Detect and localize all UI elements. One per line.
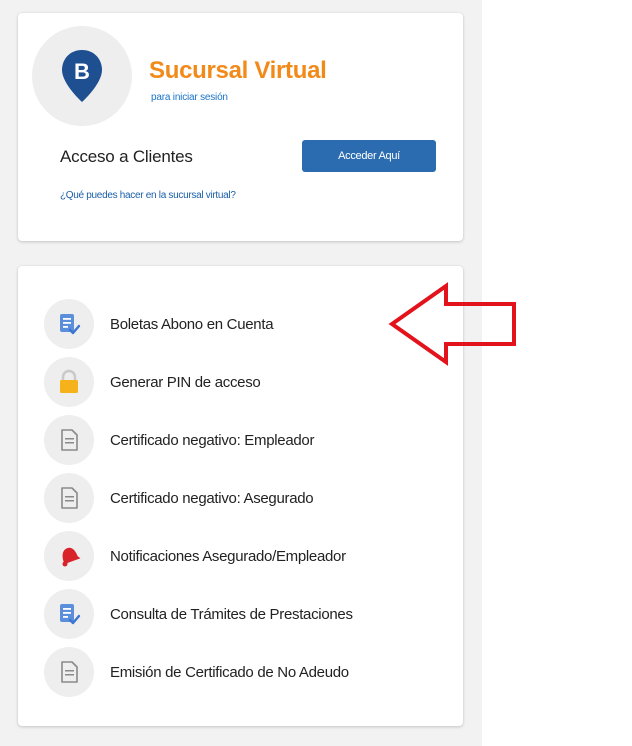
service-item-cert-empleador[interactable]: Certificado negativo: Empleador bbox=[44, 415, 444, 465]
bell-icon bbox=[62, 547, 81, 567]
icon-container bbox=[44, 647, 94, 697]
access-button[interactable]: Acceder Aquí bbox=[302, 140, 436, 172]
service-label: Generar PIN de acceso bbox=[110, 373, 261, 391]
help-link[interactable]: ¿Qué puedes hacer en la sucursal virtual… bbox=[60, 190, 236, 201]
service-item-pin[interactable]: Generar PIN de acceso bbox=[44, 357, 444, 407]
service-label: Certificado negativo: Asegurado bbox=[110, 489, 314, 507]
service-label: Certificado negativo: Empleador bbox=[110, 431, 315, 449]
service-label: Notificaciones Asegurado/Empleador bbox=[110, 547, 346, 565]
login-card: B Sucursal Virtual para iniciar sesión A… bbox=[18, 13, 463, 241]
brand-title: Sucursal Virtual bbox=[149, 57, 327, 84]
service-item-notificaciones[interactable]: Notificaciones Asegurado/Empleador bbox=[44, 531, 444, 581]
icon-container bbox=[44, 531, 94, 581]
document-icon bbox=[61, 429, 78, 451]
logo-letter: B bbox=[74, 59, 90, 84]
service-item-cert-asegurado[interactable]: Certificado negativo: Asegurado bbox=[44, 473, 444, 523]
map-pin-icon: B bbox=[62, 50, 102, 102]
service-item-no-adeudo[interactable]: Emisión de Certificado de No Adeudo bbox=[44, 647, 444, 697]
document-icon bbox=[61, 661, 78, 683]
right-panel bbox=[482, 0, 632, 746]
icon-container bbox=[44, 415, 94, 465]
brand-subtitle: para iniciar sesión bbox=[151, 92, 228, 103]
document-icon bbox=[61, 487, 78, 509]
access-label: Acceso a Clientes bbox=[60, 147, 193, 166]
service-item-tramites[interactable]: Consulta de Trámites de Prestaciones bbox=[44, 589, 444, 639]
icon-container bbox=[44, 299, 94, 349]
service-label: Boletas Abono en Cuenta bbox=[110, 315, 274, 333]
icon-container bbox=[44, 357, 94, 407]
document-check-icon bbox=[60, 604, 81, 625]
service-item-boletas[interactable]: Boletas Abono en Cuenta bbox=[44, 299, 444, 349]
lock-icon bbox=[60, 369, 78, 393]
icon-container bbox=[44, 473, 94, 523]
service-label: Emisión de Certificado de No Adeudo bbox=[110, 663, 349, 681]
brand-logo: B bbox=[32, 26, 132, 126]
document-check-icon bbox=[60, 314, 81, 335]
icon-container bbox=[44, 589, 94, 639]
service-label: Consulta de Trámites de Prestaciones bbox=[110, 605, 353, 623]
arrow-left-icon bbox=[388, 282, 516, 366]
